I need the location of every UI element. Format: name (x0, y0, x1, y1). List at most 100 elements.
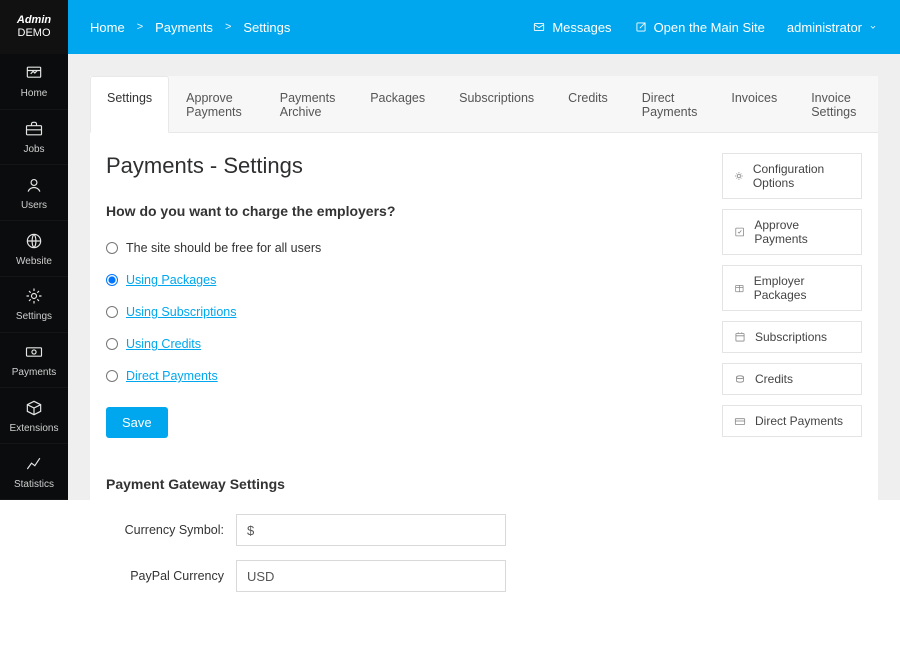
tab-label: Invoice Settings (811, 91, 856, 119)
main-column: Payments - Settings How do you want to c… (106, 153, 694, 606)
side-link-approve[interactable]: Approve Payments (722, 209, 862, 255)
tab-settings[interactable]: Settings (90, 76, 169, 133)
radio-input[interactable] (106, 370, 118, 382)
save-button[interactable]: Save (106, 407, 168, 438)
sidebar-item-label: Jobs (23, 144, 44, 155)
sidebar-item-settings[interactable]: Settings (0, 277, 68, 333)
option-label: The site should be free for all users (126, 241, 321, 255)
content-area: Settings Approve Payments Payments Archi… (68, 54, 900, 500)
tab-subscriptions[interactable]: Subscriptions (442, 76, 551, 132)
side-link-label: Subscriptions (755, 330, 827, 344)
sidebar-item-website[interactable]: Website (0, 221, 68, 277)
radio-input[interactable] (106, 306, 118, 318)
external-link-icon (634, 20, 648, 34)
tab-payments-archive[interactable]: Payments Archive (263, 76, 353, 132)
tab-label: Credits (568, 91, 608, 105)
main-panel: Settings Approve Payments Payments Archi… (90, 76, 878, 646)
breadcrumb-item[interactable]: Home (90, 20, 125, 35)
side-link-credits[interactable]: Credits (722, 363, 862, 395)
charge-option-direct[interactable]: Direct Payments (106, 369, 694, 383)
side-link-label: Direct Payments (755, 414, 843, 428)
breadcrumb-item[interactable]: Settings (243, 20, 290, 35)
tab-label: Invoices (731, 91, 777, 105)
brand-block: Admin DEMO (0, 0, 68, 54)
sidebar-item-label: Statistics (14, 479, 54, 490)
chart-icon (23, 454, 45, 474)
tab-label: Approve Payments (186, 91, 242, 119)
side-link-subscriptions[interactable]: Subscriptions (722, 321, 862, 353)
topbar-right: Messages Open the Main Site administrato… (532, 20, 878, 35)
page-title: Payments - Settings (106, 153, 694, 179)
side-link-direct[interactable]: Direct Payments (722, 405, 862, 437)
side-link-label: Employer Packages (754, 274, 851, 302)
messages-link[interactable]: Messages (532, 20, 611, 35)
option-label[interactable]: Using Packages (126, 273, 216, 287)
sidebar-item-jobs[interactable]: Jobs (0, 110, 68, 166)
side-link-configuration[interactable]: Configuration Options (722, 153, 862, 199)
tabs-bar: Settings Approve Payments Payments Archi… (90, 76, 878, 133)
sidebar-item-home[interactable]: Home (0, 54, 68, 110)
panel-body: Payments - Settings How do you want to c… (90, 133, 878, 646)
charge-option-packages[interactable]: Using Packages (106, 273, 694, 287)
sidebar-item-label: Extensions (10, 423, 59, 434)
breadcrumb-sep: > (137, 21, 143, 33)
tab-label: Packages (370, 91, 425, 105)
tab-direct-payments[interactable]: Direct Payments (625, 76, 715, 132)
radio-input[interactable] (106, 242, 118, 254)
option-label[interactable]: Direct Payments (126, 369, 218, 383)
field-label: PayPal Currency (106, 569, 236, 584)
side-link-label: Configuration Options (753, 162, 851, 190)
cube-icon (23, 398, 45, 418)
charge-option-credits[interactable]: Using Credits (106, 337, 694, 351)
side-column: Configuration Options Approve Payments E… (722, 153, 862, 606)
tab-approve-payments[interactable]: Approve Payments (169, 76, 263, 132)
tab-invoice-settings[interactable]: Invoice Settings (794, 76, 878, 132)
sidebar-item-label: Payments (12, 367, 56, 378)
brand-line-1: Admin (17, 14, 51, 27)
gear-icon (733, 169, 745, 183)
sidebar-item-users[interactable]: Users (0, 165, 68, 221)
sidebar-item-extensions[interactable]: Extensions (0, 388, 68, 444)
charge-option-subscriptions[interactable]: Using Subscriptions (106, 305, 694, 319)
side-link-packages[interactable]: Employer Packages (722, 265, 862, 311)
currency-symbol-input[interactable] (236, 514, 506, 546)
tab-label: Direct Payments (642, 91, 698, 119)
user-name: administrator (787, 20, 862, 35)
sidebar-item-label: Website (16, 256, 52, 267)
sidebar-item-payments[interactable]: Payments (0, 333, 68, 389)
brand-line-2: DEMO (18, 27, 51, 40)
home-icon (23, 63, 45, 83)
globe-icon (23, 231, 45, 251)
tab-packages[interactable]: Packages (353, 76, 442, 132)
option-label[interactable]: Using Subscriptions (126, 305, 236, 319)
open-main-site-link[interactable]: Open the Main Site (634, 20, 765, 35)
paypal-currency-input[interactable] (236, 560, 506, 592)
money-icon (23, 342, 45, 362)
side-link-label: Approve Payments (754, 218, 851, 246)
tab-invoices[interactable]: Invoices (714, 76, 794, 132)
open-main-site-label: Open the Main Site (654, 20, 765, 35)
calendar-icon (733, 330, 747, 344)
direct-payment-icon (733, 414, 747, 428)
breadcrumb-sep: > (225, 21, 231, 33)
chevron-down-icon (868, 22, 878, 32)
sidebar-item-statistics[interactable]: Statistics (0, 444, 68, 500)
user-menu[interactable]: administrator (787, 20, 878, 35)
side-link-label: Credits (755, 372, 793, 386)
field-label: Currency Symbol: (106, 523, 236, 538)
currency-symbol-row: Currency Symbol: (106, 514, 694, 546)
tab-credits[interactable]: Credits (551, 76, 625, 132)
tab-label: Settings (107, 91, 152, 105)
charge-question: How do you want to charge the employers? (106, 203, 694, 219)
package-icon (733, 281, 746, 295)
tab-label: Payments Archive (280, 91, 336, 119)
credits-icon (733, 372, 747, 386)
breadcrumb: Home > Payments > Settings (90, 20, 290, 35)
charge-option-free[interactable]: The site should be free for all users (106, 241, 694, 255)
radio-input[interactable] (106, 274, 118, 286)
gateway-heading: Payment Gateway Settings (106, 476, 694, 492)
radio-input[interactable] (106, 338, 118, 350)
paypal-currency-row: PayPal Currency (106, 560, 694, 592)
breadcrumb-item[interactable]: Payments (155, 20, 213, 35)
option-label[interactable]: Using Credits (126, 337, 201, 351)
